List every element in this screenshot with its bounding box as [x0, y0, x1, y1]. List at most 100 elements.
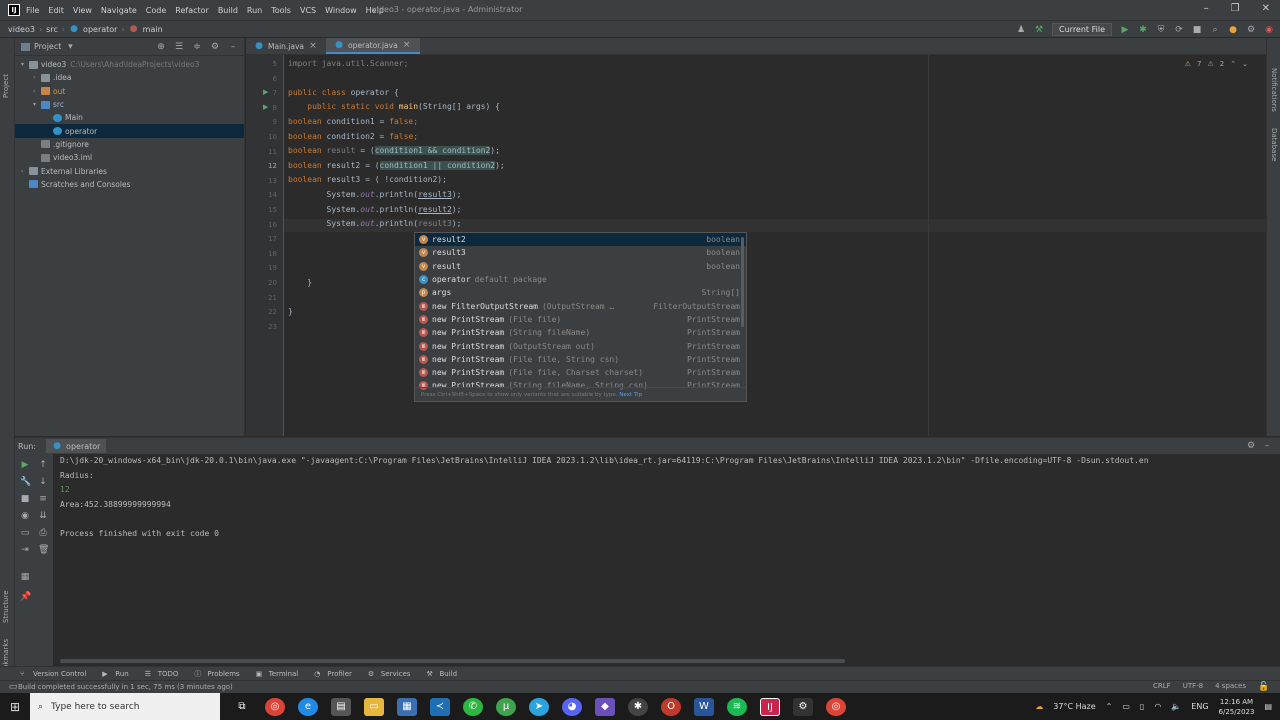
completion-item[interactable]: m new PrintStream (File file, String csn) P… [415, 353, 746, 366]
settings-gear-icon[interactable]: ⚙ [1246, 25, 1256, 35]
completion-item[interactable]: v result boolean [415, 260, 746, 273]
locate-icon[interactable]: ⊕ [156, 42, 166, 52]
menu-tools[interactable]: Tools [271, 6, 291, 15]
completion-item[interactable]: v result3 boolean [415, 246, 746, 259]
strip-notifications[interactable]: Notifications [1270, 68, 1278, 112]
rerun-icon[interactable]: ▶ [20, 460, 30, 470]
camera-icon[interactable]: ◉ [20, 511, 30, 521]
build-hammer-icon[interactable]: ⚒ [1034, 25, 1044, 35]
weather-text[interactable]: 37°C Haze [1053, 702, 1095, 711]
tooltab-terminal[interactable]: ▣ Terminal [256, 669, 299, 679]
menu-run[interactable]: Run [247, 6, 262, 15]
opera-icon[interactable]: O [661, 697, 681, 716]
word-icon[interactable]: W [694, 697, 714, 716]
windows-start-icon[interactable]: ⊞ [0, 700, 30, 714]
network-icon[interactable]: ▭ [1122, 702, 1130, 711]
completion-item[interactable]: v result2 boolean [415, 233, 746, 247]
indent-setting[interactable]: 4 spaces [1215, 682, 1246, 692]
settings-gear-icon[interactable]: ⚙ [1246, 441, 1256, 451]
menu-view[interactable]: View [73, 6, 92, 15]
run-config-select[interactable]: Current File [1052, 23, 1112, 36]
coverage-icon[interactable]: ⛨ [1156, 25, 1166, 35]
pin-icon[interactable]: 📌 [20, 592, 31, 602]
tooltab-run[interactable]: ▶ Run [102, 669, 128, 679]
code-line[interactable]: public static void main(String[] args) { [288, 102, 500, 111]
hide-icon[interactable]: – [228, 42, 238, 52]
tree-item--gitignore[interactable]: .gitignore [15, 138, 244, 151]
breadcrumb-project[interactable]: video3 [8, 25, 35, 34]
trash-icon[interactable]: 🗑 [38, 545, 49, 555]
tree-item-out[interactable]: › out [15, 85, 244, 98]
wrench-icon[interactable]: 🔧 [20, 477, 31, 487]
code-line[interactable]: boolean result = (condition1 && conditio… [288, 146, 500, 155]
clock[interactable]: 12:16 AM 6/25/2023 [1219, 697, 1255, 717]
completion-item[interactable]: m new PrintStream (String fileName) PrintSt… [415, 326, 746, 339]
code-line-current[interactable]: System.out.println(result3); [288, 219, 462, 228]
user-icon[interactable]: ♟ [1016, 25, 1026, 35]
code-line[interactable]: public class operator { [288, 88, 399, 97]
taskbar-search-box[interactable]: ⌕ Type here to search [30, 693, 220, 720]
strip-database[interactable]: Database [1270, 128, 1278, 161]
run-icon[interactable]: ▶ [1120, 25, 1130, 35]
code-line[interactable]: System.out.println(result2); [288, 205, 462, 214]
chevron-down-icon[interactable]: ⌄ [1242, 60, 1248, 68]
wifi-icon[interactable]: ◠ [1154, 702, 1161, 711]
telegram-icon[interactable]: ➤ [529, 697, 549, 716]
chevron-up-icon[interactable]: ⌃ [1106, 702, 1113, 711]
discord-icon[interactable]: ◕ [562, 697, 582, 716]
breadcrumb-src[interactable]: src [46, 25, 58, 34]
completion-item[interactable]: p args String[] [415, 286, 746, 299]
menu-window[interactable]: Window [325, 6, 357, 15]
soft-wrap-icon[interactable]: ≡ [38, 494, 48, 504]
tree-item-external-libraries[interactable]: › External Libraries [15, 164, 244, 177]
stop-icon[interactable]: ■ [20, 494, 30, 504]
expand-all-icon[interactable]: ☰ [174, 42, 184, 52]
layout-icon[interactable]: ▭ [20, 528, 30, 538]
close-icon[interactable]: × [402, 40, 412, 50]
update-icon[interactable]: ● [1228, 25, 1238, 35]
code-line[interactable]: System.out.println(result3); [288, 190, 462, 199]
code-line[interactable]: import java.util.Scanner; [288, 59, 408, 68]
app-icon[interactable]: ◆ [595, 697, 615, 716]
code-line[interactable]: boolean condition1 = false; [288, 117, 418, 126]
tree-item--idea[interactable]: › .idea [15, 71, 244, 84]
app-icon[interactable]: ✱ [628, 697, 648, 716]
debug-icon[interactable]: ✱ [1138, 25, 1148, 35]
line-separator[interactable]: CRLF [1153, 682, 1171, 692]
chrome-icon[interactable]: ◎ [826, 697, 846, 716]
menu-refactor[interactable]: Refactor [175, 6, 209, 15]
file-encoding[interactable]: UTF-8 [1183, 682, 1203, 692]
edge-icon[interactable]: e [298, 697, 318, 716]
more-run-icon[interactable]: ⟳ [1174, 25, 1184, 35]
tooltab-todo[interactable]: ☰ TODO [145, 669, 179, 679]
chevron-up-icon[interactable]: ⌃ [1230, 60, 1236, 68]
code-line[interactable]: } [288, 307, 293, 316]
notifications-icon[interactable]: ▤ [1264, 702, 1272, 711]
menu-edit[interactable]: Edit [48, 6, 64, 15]
menu-vcs[interactable]: VCS [300, 6, 316, 15]
tab-operator-java[interactable]: ● operator.java × [326, 38, 420, 54]
tree-item-video3[interactable]: ▾ video3 C:\Users\Ahad\IdeaProjects\video3 [15, 58, 244, 71]
tree-item-scratches-and-consoles[interactable]: Scratches and Consoles [15, 178, 244, 191]
breadcrumb-method[interactable]: main [143, 25, 163, 34]
popup-scrollbar[interactable] [741, 237, 744, 327]
code-line[interactable]: boolean result2 = (condition1 || conditi… [288, 161, 505, 170]
chrome-icon[interactable]: ◎ [265, 697, 285, 716]
menu-build[interactable]: Build [218, 6, 238, 15]
close-icon[interactable]: ✕ [1262, 3, 1270, 14]
file-explorer-icon[interactable]: ▭ [364, 697, 384, 716]
chevron-right-icon[interactable]: ▾ [33, 101, 41, 108]
volume-icon[interactable]: 🔈 [1171, 702, 1181, 711]
project-panel-title[interactable]: Project [34, 42, 61, 51]
scroll-down-icon[interactable]: ↓ [38, 477, 48, 487]
tree-item-video3-iml[interactable]: video3.iml [15, 151, 244, 164]
input-language[interactable]: ENG [1191, 702, 1208, 711]
tree-item-src[interactable]: ▾ src [15, 98, 244, 111]
strip-project[interactable]: Project [2, 74, 10, 98]
chevron-right-icon[interactable]: › [33, 74, 41, 81]
whatsapp-icon[interactable]: ✆ [463, 697, 483, 716]
calendar-icon[interactable]: ▦ [397, 697, 417, 716]
tooltab-problems[interactable]: ⓘ Problems [194, 669, 239, 679]
spotify-icon[interactable]: ≋ [727, 697, 747, 716]
tree-item-operator[interactable]: operator [15, 124, 244, 138]
